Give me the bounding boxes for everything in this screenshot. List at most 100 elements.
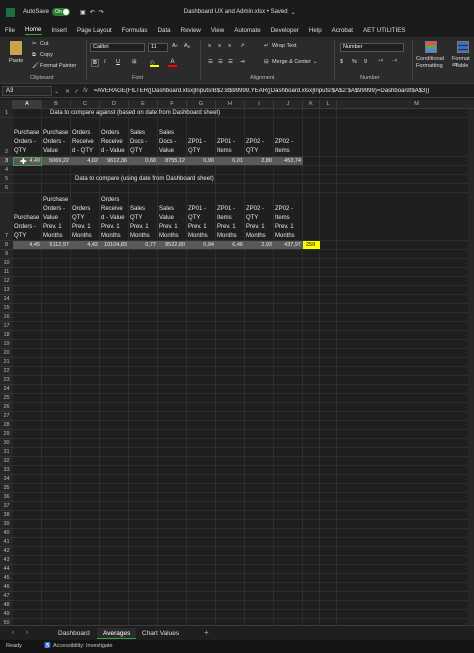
vertical-scrollbar[interactable]	[468, 109, 474, 625]
row-header-22[interactable]: 22	[0, 367, 13, 376]
underline-button[interactable]: U	[116, 59, 120, 65]
tab-review[interactable]: Review	[181, 27, 201, 34]
row-header-25[interactable]: 25	[0, 394, 13, 403]
column-header-b[interactable]: B	[42, 100, 71, 109]
tab-file[interactable]: File	[5, 27, 15, 34]
column-header-k[interactable]: K	[303, 100, 320, 109]
increase-decimal-icon[interactable]: ⁺⁰	[378, 59, 383, 65]
number-format-select[interactable]: Number	[340, 43, 404, 52]
bold-button[interactable]: B	[91, 59, 99, 67]
column-header-l[interactable]: L	[320, 100, 337, 109]
row-header-30[interactable]: 30	[0, 439, 13, 448]
selected-cell-a3[interactable]	[13, 157, 42, 166]
redo-icon[interactable]: ↷	[99, 9, 104, 16]
column-header-j[interactable]: J	[274, 100, 303, 109]
tab-formulas[interactable]: Formulas	[122, 27, 148, 34]
row-header-6[interactable]: 6	[0, 184, 13, 193]
table2-value[interactable]: 8522,80	[158, 241, 185, 250]
undo-icon[interactable]: ↶	[90, 9, 95, 16]
tab-insert[interactable]: Insert	[52, 27, 67, 34]
row-header-8[interactable]: 8	[0, 241, 13, 250]
autosave-toggle[interactable]: On	[52, 8, 71, 16]
column-header-g[interactable]: G	[187, 100, 216, 109]
add-sheet-icon[interactable]: +	[204, 628, 209, 637]
table1-value[interactable]: 0,68	[129, 157, 156, 166]
column-header-h[interactable]: H	[216, 100, 245, 109]
table2-value[interactable]: 6,46	[216, 241, 243, 250]
cell-k8-value[interactable]: 259	[306, 241, 315, 250]
tab-view[interactable]: View	[211, 27, 224, 34]
orientation-icon[interactable]: ↗	[240, 43, 245, 49]
merge-center-button[interactable]: ⊟ Merge & Center ⌄	[264, 59, 317, 65]
tab-help[interactable]: Help	[309, 27, 322, 34]
row-header-3[interactable]: 3	[0, 157, 13, 166]
row-header-46[interactable]: 46	[0, 583, 13, 592]
paste-icon[interactable]	[10, 41, 22, 55]
row-header-17[interactable]: 17	[0, 322, 13, 331]
table1-value[interactable]: 4,02	[71, 157, 98, 166]
cut-button[interactable]: ✂ Cut	[32, 41, 49, 47]
align-middle-icon[interactable]: ≡	[218, 43, 221, 49]
italic-button[interactable]: I	[104, 59, 106, 65]
conditional-formatting-label[interactable]: Conditional	[416, 56, 444, 62]
save-icon[interactable]: ▣	[80, 9, 86, 16]
row-header-41[interactable]: 41	[0, 538, 13, 547]
align-bottom-icon[interactable]: ≡	[228, 43, 231, 49]
align-left-icon[interactable]: ☰	[208, 59, 213, 65]
copy-button[interactable]: ⧉ Copy	[32, 52, 53, 58]
select-all-corner[interactable]	[0, 100, 13, 109]
prev-sheet-icon[interactable]: ‹	[12, 629, 14, 636]
row-header-23[interactable]: 23	[0, 376, 13, 385]
row-header-43[interactable]: 43	[0, 556, 13, 565]
column-header-c[interactable]: C	[71, 100, 100, 109]
row-header-2[interactable]: 2	[0, 118, 13, 157]
column-header-f[interactable]: F	[158, 100, 187, 109]
row-header-24[interactable]: 24	[0, 385, 13, 394]
percent-icon[interactable]: %	[352, 59, 357, 65]
row-header-16[interactable]: 16	[0, 313, 13, 322]
column-header-m[interactable]: M	[337, 100, 474, 109]
decrease-decimal-icon[interactable]: ⁻⁰	[392, 59, 397, 65]
fill-color-icon[interactable]: ◇	[150, 59, 159, 67]
accessibility-icon[interactable]: ♿	[44, 640, 51, 653]
shrink-font-icon[interactable]: Av	[184, 43, 190, 49]
row-header-27[interactable]: 27	[0, 412, 13, 421]
paste-button[interactable]: Paste	[9, 58, 23, 64]
row-header-19[interactable]: 19	[0, 340, 13, 349]
row-header-35[interactable]: 35	[0, 484, 13, 493]
worksheet-grid[interactable]: A B C D E F G H I J K L M 1 2 3 4 5 6 7 8 9 10 11 12 13 14 15 16 17 18…	[0, 100, 474, 625]
table1-value[interactable]: 6,01	[216, 157, 243, 166]
align-top-icon[interactable]: ≡	[208, 43, 211, 49]
table2-value[interactable]: 2,93	[245, 241, 272, 250]
row-header-39[interactable]: 39	[0, 520, 13, 529]
formula-input[interactable]: =AVERAGE(FILTER([Dashboard.xlsx]Inputs!B…	[94, 88, 464, 94]
row-header-44[interactable]: 44	[0, 565, 13, 574]
row-header-10[interactable]: 10	[0, 259, 13, 268]
column-header-i[interactable]: I	[245, 100, 274, 109]
row-header-47[interactable]: 47	[0, 592, 13, 601]
indent-icon[interactable]: ⇥	[240, 59, 245, 65]
tab-page-layout[interactable]: Page Layout	[77, 27, 112, 34]
table2-value[interactable]: 4,42	[71, 241, 98, 250]
table1-value[interactable]: 9612,36	[100, 157, 127, 166]
row-header-18[interactable]: 18	[0, 331, 13, 340]
row-header-13[interactable]: 13	[0, 286, 13, 295]
row-header-42[interactable]: 42	[0, 547, 13, 556]
currency-icon[interactable]: $	[340, 59, 343, 65]
font-name-select[interactable]: Calibri	[90, 43, 145, 52]
table2-value[interactable]: 0,94	[187, 241, 214, 250]
row-header-1[interactable]: 1	[0, 109, 13, 118]
row-header-4[interactable]: 4	[0, 166, 13, 175]
accessibility-status[interactable]: Accessibility: Investigate	[53, 640, 113, 653]
row-header-21[interactable]: 21	[0, 358, 13, 367]
next-sheet-icon[interactable]: ›	[26, 629, 28, 636]
chevron-down-icon[interactable]: ⌄	[291, 9, 296, 16]
table2-value[interactable]: 4,45	[13, 241, 40, 250]
table2-value[interactable]: 5112,97	[42, 241, 69, 250]
column-header-d[interactable]: D	[100, 100, 129, 109]
tab-developer[interactable]: Developer	[271, 27, 299, 34]
row-header-38[interactable]: 38	[0, 511, 13, 520]
tab-automate[interactable]: Automate	[234, 27, 260, 34]
row-header-29[interactable]: 29	[0, 430, 13, 439]
name-box[interactable]: A3	[2, 86, 52, 96]
